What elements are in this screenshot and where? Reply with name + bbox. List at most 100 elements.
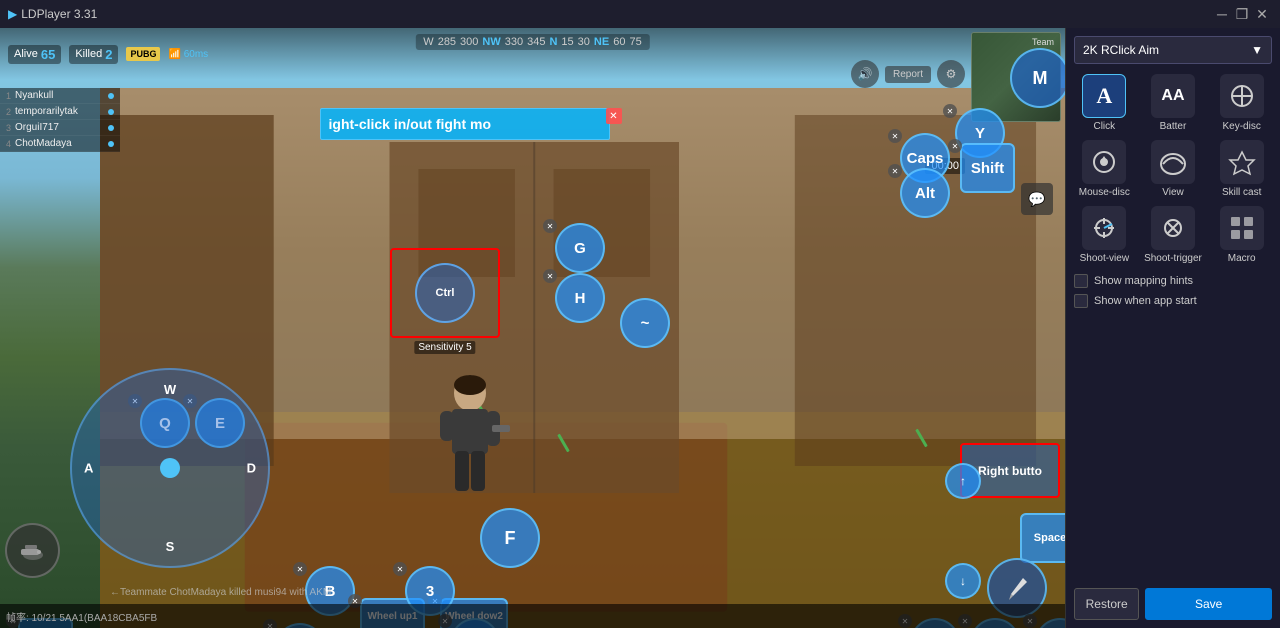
list-item: 3 OrguiI717 [0,120,120,136]
ctrl-button[interactable]: Ctrl [415,263,475,323]
click-label: Click [1093,121,1115,132]
kill-feed-text: ←Teammate ChotMadaya killed musi94 with … [110,587,331,598]
show-startup-checkbox[interactable] [1074,294,1088,308]
joystick-center [160,458,180,478]
ctrl-skill-cast[interactable]: Skill cast [1211,140,1272,198]
key-alt-close[interactable]: ✕ [888,164,902,178]
dropdown-chevron-icon: ▼ [1251,43,1263,57]
shoot-view-icon [1082,206,1126,250]
key-h-close[interactable]: ✕ [543,269,557,283]
key-shift-button[interactable]: Shift [960,143,1015,193]
alive-label: Alive [14,48,38,60]
key-y-close[interactable]: ✕ [943,104,957,118]
compass: W 285 300 NW 330 345 N 15 30 NE 60 75 [415,34,649,50]
app-title: LDPlayer 3.31 [21,7,97,21]
chat-button[interactable]: 💬 [1021,183,1053,215]
skill-cast-icon [1220,140,1264,184]
key-disc-svg [1228,82,1256,110]
ctrl-click[interactable]: A Click [1074,74,1135,132]
mouse-disc-label: Mouse-disc [1079,187,1130,198]
macro-icon [1220,206,1264,250]
restore-button[interactable]: ❐ [1232,4,1252,24]
key-caps-close[interactable]: ✕ [888,129,902,143]
key-d-label: D [247,461,256,476]
input-bar-close-button[interactable]: ✕ [606,108,622,124]
shoot-trigger-svg [1159,214,1187,242]
joystick-outer: W A S D [70,368,270,568]
key-up-button[interactable]: ↑ [945,463,981,499]
key-disc-label: Key-disc [1222,121,1260,132]
game-area[interactable]: Alive 65 Killed 2 PUBG 📶 60ms W 285 300 … [0,28,1065,628]
main-layout: Alive 65 Killed 2 PUBG 📶 60ms W 285 300 … [0,28,1280,628]
alive-count: 65 [41,47,55,62]
key-g-button[interactable]: G [555,223,605,273]
show-hints-label: Show mapping hints [1094,275,1193,287]
right-btn-label: Right butto [978,464,1042,478]
options-section: Show mapping hints Show when app start [1074,274,1272,314]
key-tilde-button[interactable]: ~ [620,298,670,348]
show-startup-option: Show when app start [1074,294,1272,308]
weapon-icon [17,535,49,567]
hud-buttons: 🔊 Report ⚙ [851,60,965,88]
restore-button[interactable]: Restore [1074,588,1139,620]
close-button[interactable]: ✕ [1252,4,1272,24]
joystick[interactable]: W A S D [70,368,270,568]
preset-label: 2K RClick Aim [1083,43,1159,57]
bottom-bar-text: 帧率: 10/21 5AA1(BAA18CBA5FB [6,609,157,624]
aim-area[interactable]: Ctrl Sensitivity 5 [390,248,500,338]
team-label: Team [1028,35,1058,49]
report-button[interactable]: Report [885,66,931,83]
bottom-bar: 帧率: 10/21 5AA1(BAA18CBA5FB [0,604,1065,628]
killed-label: Killed [75,48,102,60]
alive-stat: Alive 65 [8,45,61,64]
key-g-close[interactable]: ✕ [543,219,557,233]
ctrl-macro[interactable]: Macro [1211,206,1272,264]
weapon-indicator [5,523,60,578]
ctrl-shoot-view[interactable]: Shoot-view [1074,206,1135,264]
key-h-button[interactable]: H [555,273,605,323]
key-w-label: W [164,382,176,397]
ctrl-key-disc[interactable]: Key-disc [1211,74,1272,132]
shoot-view-label: Shoot-view [1080,253,1129,264]
click-icon: A [1082,74,1126,118]
pubg-badge: PUBG [126,47,160,61]
input-text: ight-click in/out fight mo [329,116,492,132]
titlebar: ▶ LDPlayer 3.31 ─ ❐ ✕ [0,0,1280,28]
player-list: 1 Nyankull 2 temporarilytak 3 OrguiI717 … [0,88,120,152]
key-shift-close[interactable]: ✕ [948,139,962,153]
list-item: 2 temporarilytak [0,104,120,120]
key-b-close[interactable]: ✕ [293,562,307,576]
list-item: 4 ChotMadaya [0,136,120,152]
batter-label: Batter [1160,121,1187,132]
key-alt-button[interactable]: Alt [900,168,950,218]
ctrl-shoot-trigger[interactable]: Shoot-trigger [1143,206,1204,264]
player-character [430,373,510,508]
character-svg [430,373,510,503]
kill-feed: ←Teammate ChotMadaya killed musi94 with … [110,587,1025,598]
save-button[interactable]: Save [1145,588,1272,620]
panel-buttons: Restore Save [1074,588,1272,620]
view-label: View [1162,187,1184,198]
skill-cast-label: Skill cast [1222,187,1261,198]
right-panel: 2K RClick Aim ▼ A Click AA Batter [1065,28,1280,628]
shoot-trigger-icon [1151,206,1195,250]
minimize-button[interactable]: ─ [1212,4,1232,24]
key-disc-icon [1220,74,1264,118]
key-3-close[interactable]: ✕ [393,562,407,576]
preset-dropdown[interactable]: 2K RClick Aim ▼ [1074,36,1272,64]
show-hints-checkbox[interactable] [1074,274,1088,288]
key-m-button[interactable]: M [1010,48,1065,108]
audio-button[interactable]: 🔊 [851,60,879,88]
ctrl-batter[interactable]: AA Batter [1143,74,1204,132]
killed-stat: Killed 2 [69,45,118,64]
key-f-button[interactable]: F [480,508,540,568]
key-space-button[interactable]: Space [1020,513,1065,563]
batter-icon: AA [1151,74,1195,118]
show-hints-option: Show mapping hints [1074,274,1272,288]
ctrl-mouse-disc[interactable]: Mouse-disc [1074,140,1135,198]
control-grid: A Click AA Batter Key-disc [1074,74,1272,264]
settings-button[interactable]: ⚙ [937,60,965,88]
ctrl-view[interactable]: View [1143,140,1204,198]
speed-indicator: 📶 60ms [168,49,208,60]
shoot-trigger-label: Shoot-trigger [1144,253,1202,264]
